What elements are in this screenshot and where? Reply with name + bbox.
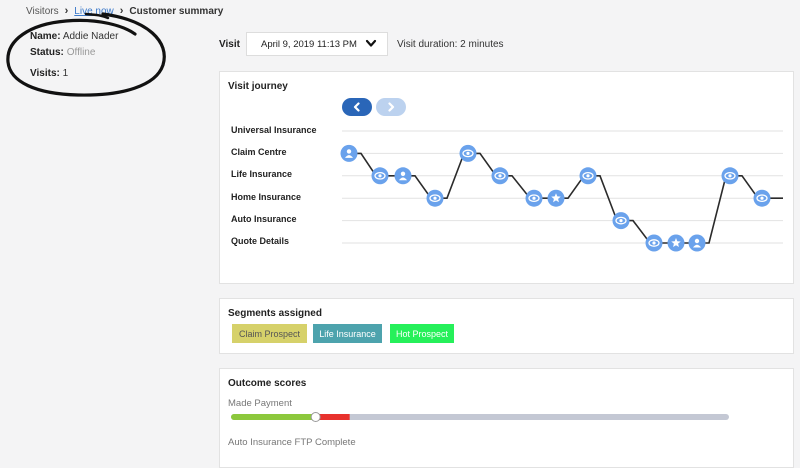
customer-visits-row: Visits: 1 bbox=[30, 68, 68, 79]
journey-step-eye-icon[interactable] bbox=[491, 167, 509, 185]
chevron-down-icon bbox=[365, 39, 377, 47]
visits-label: Visits: bbox=[30, 68, 60, 79]
journey-step-eye-icon[interactable] bbox=[426, 189, 444, 207]
segment-tag-life-insurance[interactable]: Life Insurance bbox=[313, 324, 382, 343]
journey-step-eye-icon[interactable] bbox=[753, 189, 771, 207]
journey-step-eye-icon[interactable] bbox=[459, 144, 477, 162]
journey-step-person-icon[interactable] bbox=[340, 144, 358, 162]
journey-step-eye-icon[interactable] bbox=[371, 167, 389, 185]
journey-chart bbox=[340, 130, 783, 252]
customer-name: Addie Nader bbox=[62, 31, 119, 42]
journey-step-eye-icon[interactable] bbox=[579, 167, 597, 185]
segment-tag-hot-prospect[interactable]: Hot Prospect bbox=[390, 324, 454, 343]
journey-step-eye-icon[interactable] bbox=[721, 167, 739, 185]
visit-label: Visit bbox=[219, 39, 240, 50]
journey-step-star-icon[interactable] bbox=[667, 234, 685, 252]
name-label: Name: bbox=[30, 31, 61, 42]
segment-tag-claim-prospect[interactable]: Claim Prospect bbox=[232, 324, 307, 343]
status-label: Status: bbox=[30, 47, 64, 58]
outcome-bar-made-payment bbox=[231, 412, 729, 422]
customer-name-row: Name: Addie Nader bbox=[30, 31, 118, 42]
journey-step-person-icon[interactable] bbox=[688, 234, 706, 252]
customer-status: Offline bbox=[66, 47, 96, 58]
visit-journey-card: Visit journey Universal Insurance Claim … bbox=[219, 71, 794, 284]
visit-select-value: April 9, 2019 11:13 PM bbox=[261, 38, 357, 50]
journey-step-eye-icon[interactable] bbox=[525, 189, 543, 207]
journey-step-eye-icon[interactable] bbox=[612, 212, 630, 230]
outcome-label-auto-insurance-ftp: Auto Insurance FTP Complete bbox=[228, 437, 356, 448]
segments-title: Segments assigned bbox=[228, 308, 322, 319]
visit-select[interactable]: April 9, 2019 11:13 PM bbox=[246, 32, 388, 56]
visit-duration: Visit duration: 2 minutes bbox=[397, 39, 504, 50]
customer-status-row: Status: Offline bbox=[30, 47, 95, 58]
outcome-scores-card: Outcome scores Made Payment Auto Insuran… bbox=[219, 368, 794, 468]
customer-visits: 1 bbox=[62, 68, 69, 79]
journey-step-star-icon[interactable] bbox=[547, 189, 565, 207]
journey-step-person-icon[interactable] bbox=[394, 167, 412, 185]
segments-card: Segments assigned Claim Prospect Life In… bbox=[219, 298, 794, 354]
journey-step-eye-icon[interactable] bbox=[645, 234, 663, 252]
